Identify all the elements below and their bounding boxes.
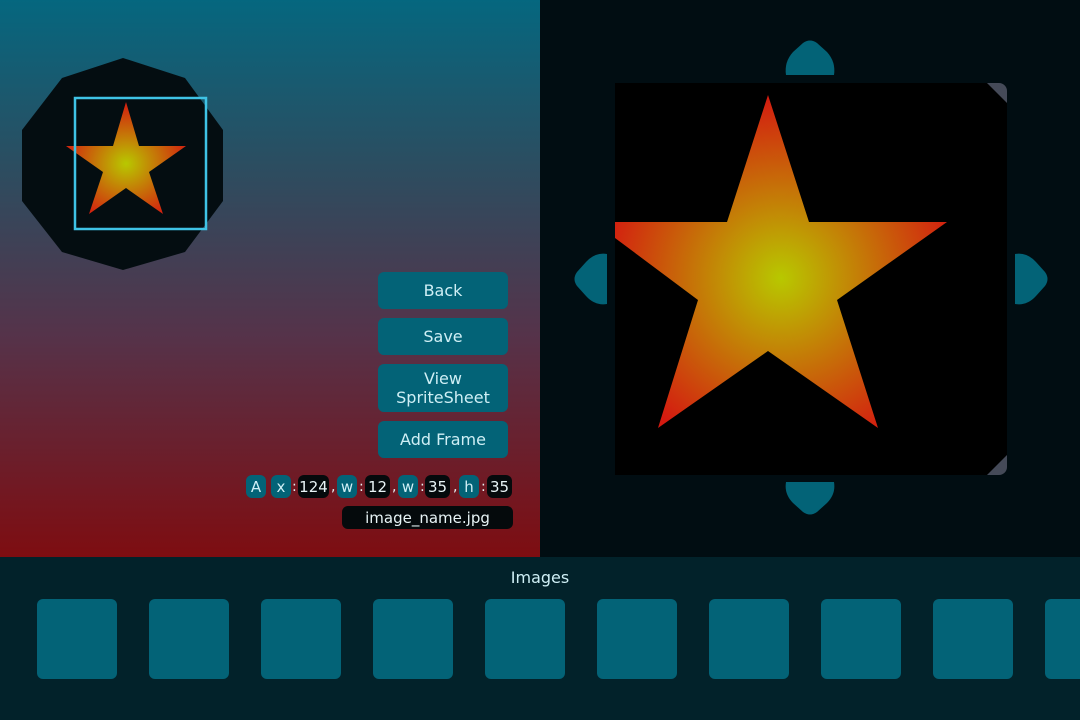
h-label: h — [459, 475, 479, 498]
comma-separator: , — [453, 478, 458, 495]
anchor-label: A — [246, 475, 266, 498]
w1-value[interactable]: 12 — [365, 475, 390, 498]
colon-separator: : — [359, 478, 364, 495]
images-title: Images — [510, 568, 570, 587]
sprite-viewer — [574, 40, 1048, 515]
arrow-up-icon[interactable] — [785, 40, 835, 76]
arrow-right-icon[interactable] — [1015, 253, 1048, 305]
image-thumbnail[interactable] — [149, 599, 229, 679]
arrow-down-icon[interactable] — [785, 482, 835, 515]
image-thumbnail[interactable] — [1045, 599, 1080, 679]
comma-separator: , — [331, 478, 336, 495]
w2-value[interactable]: 35 — [425, 475, 450, 498]
image-thumbnail[interactable] — [933, 599, 1013, 679]
x-value[interactable]: 124 — [298, 475, 329, 498]
image-thumbnail[interactable] — [821, 599, 901, 679]
w2-label: w — [398, 475, 418, 498]
save-button[interactable]: Save — [378, 318, 508, 355]
image-thumbnail[interactable] — [261, 599, 341, 679]
colon-separator: : — [420, 478, 425, 495]
arrow-left-icon[interactable] — [574, 253, 608, 305]
image-thumbnail[interactable] — [597, 599, 677, 679]
add-frame-button[interactable]: Add Frame — [378, 421, 508, 458]
image-name-field[interactable]: image_name.jpg — [342, 506, 513, 529]
colon-separator: : — [481, 478, 486, 495]
w1-label: w — [337, 475, 357, 498]
image-thumbnail[interactable] — [485, 599, 565, 679]
image-thumbnail[interactable] — [37, 599, 117, 679]
comma-separator: , — [392, 478, 397, 495]
image-thumbnail[interactable] — [373, 599, 453, 679]
colon-separator: : — [292, 478, 297, 495]
x-label: x — [271, 475, 291, 498]
view-spritesheet-button[interactable]: View SpriteSheet — [378, 364, 508, 412]
image-thumbnail[interactable] — [709, 599, 789, 679]
h-value[interactable]: 35 — [487, 475, 512, 498]
back-button[interactable]: Back — [378, 272, 508, 309]
